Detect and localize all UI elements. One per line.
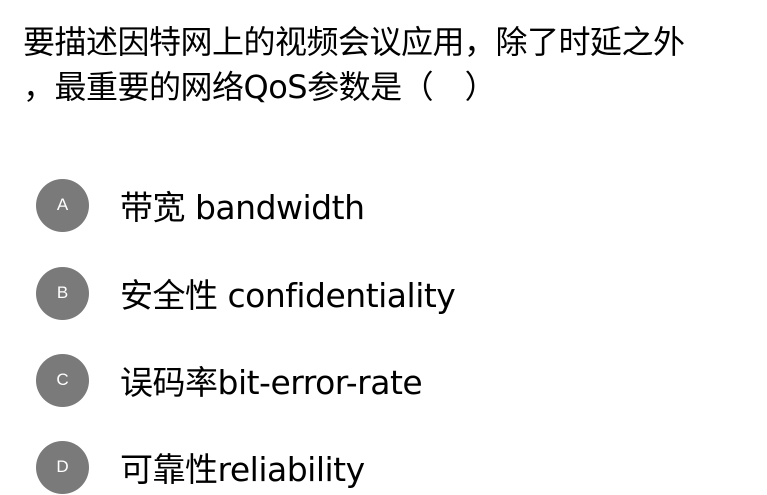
question-line-1: 要描述因特网上的视频会议应用，除了时延之外 [23,23,685,61]
option-d-text: 可靠性reliability [120,450,365,489]
question-stem: 要描述因特网上的视频会议应用，除了时延之外 ，最重要的网络QoS参数是（ ） [23,20,753,110]
option-b-badge[interactable]: B [36,266,89,320]
option-a[interactable]: A 带宽 bandwidth [36,177,365,233]
question-line-2: ，最重要的网络QoS参数是（ ） [23,68,497,106]
option-a-badge[interactable]: A [36,178,89,232]
option-d[interactable]: D 可靠性reliability [36,439,365,495]
option-c-text: 误码率bit-error-rate [120,363,423,402]
option-c[interactable]: C 误码率bit-error-rate [36,352,423,408]
option-a-text: 带宽 bandwidth [120,188,365,227]
option-d-badge[interactable]: D [36,440,89,494]
option-b-text: 安全性 confidentiality [120,276,456,315]
option-c-badge[interactable]: C [36,353,89,407]
option-b[interactable]: B 安全性 confidentiality [36,265,456,321]
